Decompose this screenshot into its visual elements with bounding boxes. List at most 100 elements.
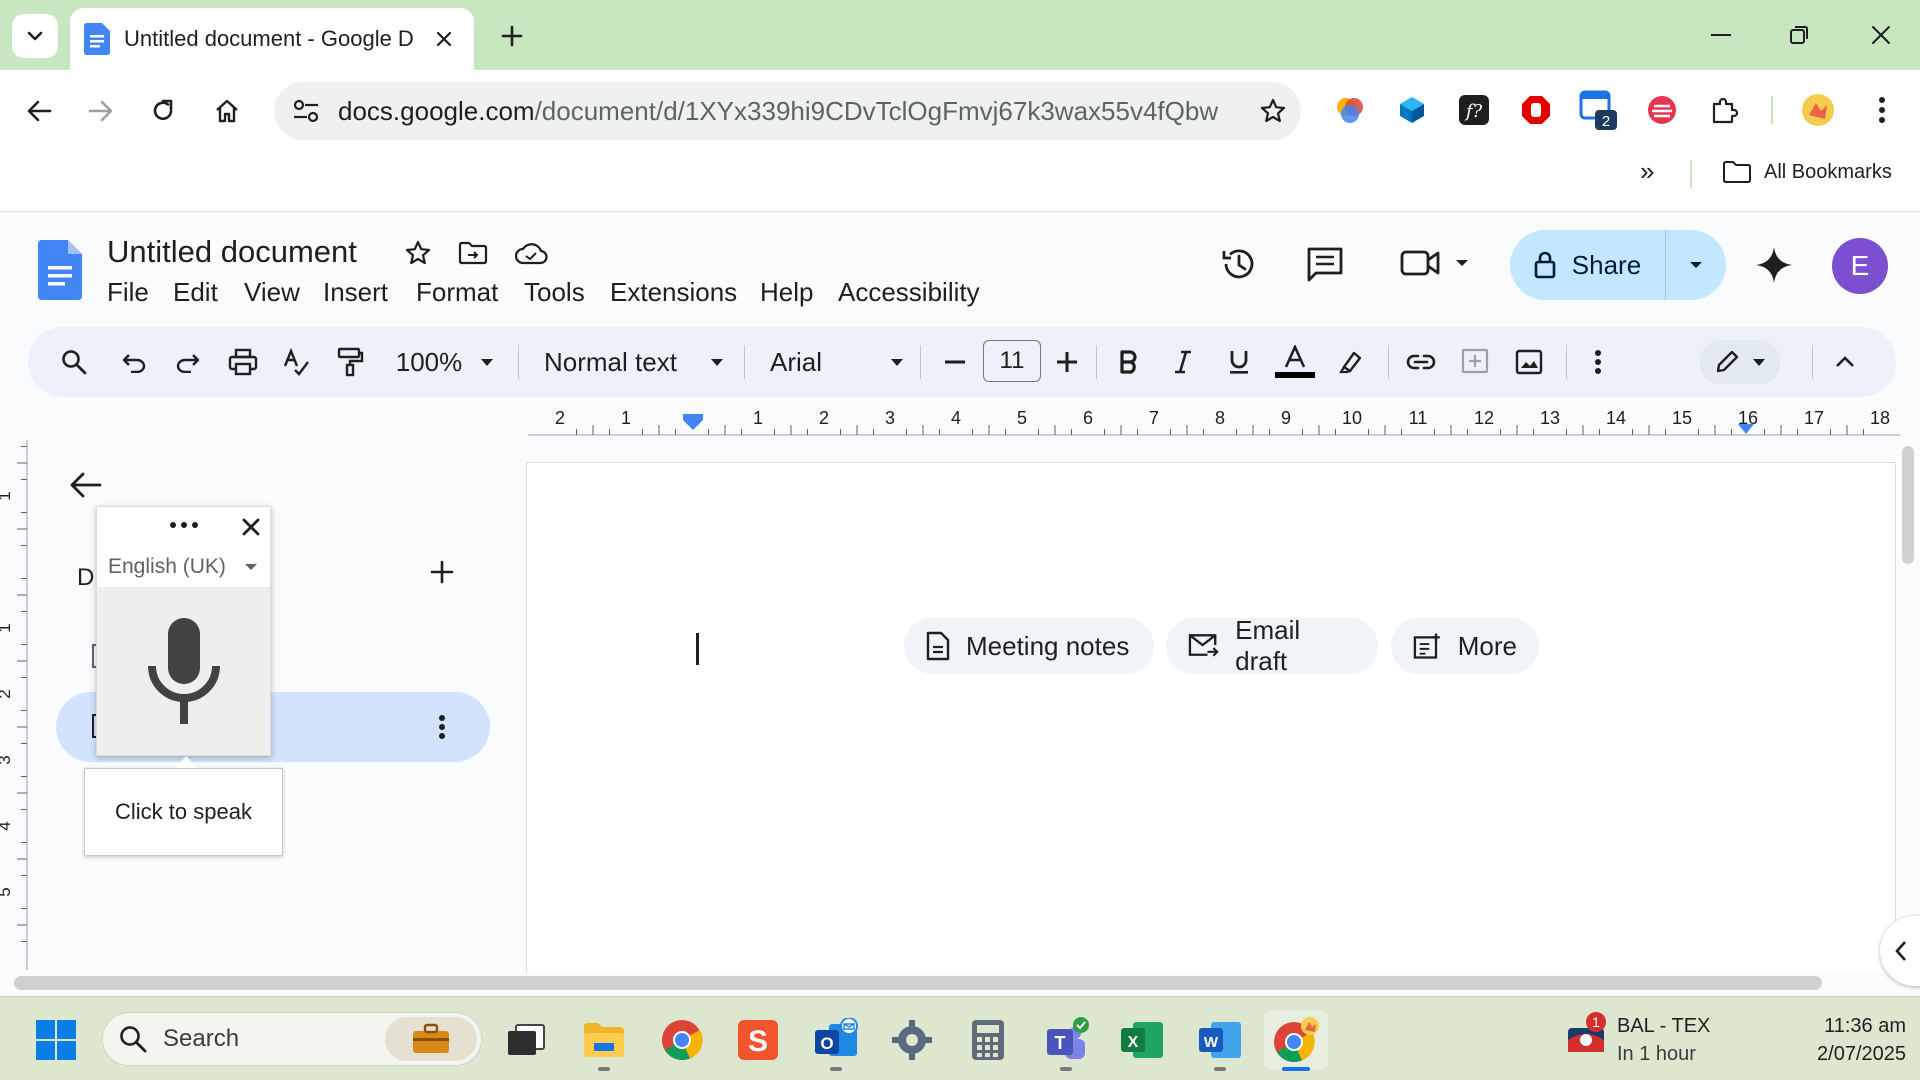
- document-title[interactable]: Untitled document: [107, 234, 357, 270]
- editing-mode-select[interactable]: [1700, 340, 1780, 384]
- left-indent-marker[interactable]: [683, 414, 703, 430]
- redo-button[interactable]: [170, 340, 206, 384]
- bookmarks-overflow-button[interactable]: »: [1640, 156, 1654, 187]
- version-history-button[interactable]: [1220, 245, 1258, 283]
- voice-language-select[interactable]: English (UK): [97, 547, 270, 587]
- forward-button[interactable]: [78, 88, 124, 134]
- menu-tools[interactable]: Tools: [524, 277, 585, 308]
- tab-options-button[interactable]: [438, 714, 446, 740]
- horizontal-ruler[interactable]: 2 1 1 2 3 4 5 6 7 8 9 10 11 12 13 14 15 16 17 18: [528, 406, 1900, 436]
- undo-button[interactable]: [116, 340, 152, 384]
- search-menus-button[interactable]: [56, 340, 92, 384]
- document-page[interactable]: [526, 462, 1896, 974]
- extension-tab-manager[interactable]: 2: [1578, 90, 1618, 130]
- address-bar[interactable]: docs.google.com/document/d/1XYx339hi9CDv…: [274, 82, 1301, 140]
- extension-blue-cube[interactable]: [1392, 90, 1432, 130]
- underline-button[interactable]: [1224, 340, 1254, 384]
- restore-button[interactable]: [1764, 12, 1834, 58]
- extension-red-circle[interactable]: [1642, 90, 1682, 130]
- new-tab-button[interactable]: [492, 16, 532, 56]
- extension-font-finder[interactable]: f?: [1454, 90, 1494, 130]
- voice-microphone-button[interactable]: [97, 587, 270, 755]
- calculator-button[interactable]: [962, 1014, 1014, 1066]
- excel-button[interactable]: X: [1116, 1014, 1168, 1066]
- menu-insert[interactable]: Insert: [323, 277, 388, 308]
- document-status-button[interactable]: [514, 241, 548, 265]
- close-voice-typing-button[interactable]: [241, 517, 261, 537]
- menu-help[interactable]: Help: [760, 277, 813, 308]
- bold-button[interactable]: [1114, 340, 1144, 384]
- task-view-button[interactable]: [500, 1014, 552, 1066]
- comments-button[interactable]: [1306, 246, 1344, 282]
- all-bookmarks-button[interactable]: All Bookmarks: [1722, 160, 1892, 184]
- share-button[interactable]: Share: [1510, 230, 1666, 300]
- font-size-input[interactable]: 11: [983, 340, 1041, 382]
- horizontal-scrollbar[interactable]: [14, 976, 1822, 990]
- extension-colorful[interactable]: [1330, 90, 1370, 130]
- meeting-notes-chip[interactable]: Meeting notes: [904, 618, 1154, 674]
- reload-button[interactable]: [140, 88, 186, 134]
- start-button[interactable]: [30, 1014, 82, 1066]
- email-draft-chip[interactable]: Email draft: [1166, 615, 1378, 676]
- sports-widget[interactable]: 1: [1566, 1010, 1606, 1062]
- word-button[interactable]: W: [1194, 1014, 1246, 1066]
- text-color-button[interactable]: [1274, 340, 1316, 384]
- paint-format-button[interactable]: [332, 340, 368, 384]
- menu-extensions[interactable]: Extensions: [610, 277, 737, 308]
- spelling-check-button[interactable]: [278, 340, 314, 384]
- print-button[interactable]: [224, 340, 262, 384]
- home-button[interactable]: [204, 88, 250, 134]
- back-button[interactable]: [16, 88, 62, 134]
- active-browser-tab[interactable]: Untitled document - Google Docs: [70, 8, 474, 70]
- menu-file[interactable]: File: [107, 277, 149, 308]
- zoom-select[interactable]: 100%: [390, 340, 500, 384]
- account-avatar[interactable]: E: [1832, 238, 1888, 294]
- star-document-button[interactable]: [404, 239, 432, 267]
- menu-format[interactable]: Format: [416, 277, 498, 308]
- vertical-scrollbar[interactable]: [1902, 446, 1914, 564]
- extensions-menu-button[interactable]: [1704, 90, 1744, 130]
- close-window-button[interactable]: [1846, 12, 1916, 58]
- extension-adblock[interactable]: [1516, 90, 1556, 130]
- more-templates-chip[interactable]: More: [1391, 618, 1539, 674]
- font-select[interactable]: Arial: [770, 340, 904, 384]
- hide-menus-button[interactable]: [1830, 340, 1860, 384]
- add-tab-button[interactable]: [430, 560, 454, 584]
- browser-menu-button[interactable]: [1862, 90, 1902, 130]
- italic-button[interactable]: [1168, 340, 1198, 384]
- insert-image-button[interactable]: [1512, 340, 1546, 384]
- gemini-button[interactable]: [1755, 246, 1793, 284]
- meet-button[interactable]: [1400, 248, 1470, 278]
- menu-accessibility[interactable]: Accessibility: [838, 277, 980, 308]
- bookmark-star-button[interactable]: [1259, 97, 1287, 125]
- menu-edit[interactable]: Edit: [173, 277, 218, 308]
- decrease-font-size-button[interactable]: [940, 340, 970, 384]
- move-document-button[interactable]: [458, 241, 488, 265]
- taskbar-search-box[interactable]: Search: [102, 1012, 482, 1066]
- chrome-active-taskbar-button[interactable]: [1264, 1010, 1328, 1070]
- slides-app-button[interactable]: S: [732, 1014, 784, 1066]
- profile-button[interactable]: [1798, 90, 1838, 130]
- increase-font-size-button[interactable]: [1052, 340, 1082, 384]
- insert-link-button[interactable]: [1404, 340, 1438, 384]
- right-indent-marker[interactable]: [1738, 424, 1754, 434]
- tab-search-button[interactable]: [12, 14, 58, 58]
- teams-button[interactable]: T: [1040, 1014, 1092, 1066]
- tab-close-button[interactable]: [430, 25, 458, 53]
- close-outline-button[interactable]: [68, 470, 102, 500]
- voice-options-button[interactable]: [169, 521, 199, 529]
- docs-home-logo[interactable]: [38, 240, 82, 300]
- chrome-taskbar-button[interactable]: [656, 1014, 708, 1066]
- system-clock[interactable]: 11:36 am 2/07/2025: [1766, 1012, 1906, 1068]
- minimize-button[interactable]: [1686, 12, 1756, 58]
- settings-button[interactable]: [886, 1014, 938, 1066]
- outlook-button[interactable]: O: [810, 1014, 862, 1066]
- more-toolbar-options-button[interactable]: [1586, 340, 1610, 384]
- file-explorer-button[interactable]: [578, 1014, 630, 1066]
- paragraph-style-select[interactable]: Normal text: [544, 340, 724, 384]
- share-options-button[interactable]: [1666, 260, 1726, 270]
- highlight-color-button[interactable]: [1336, 340, 1366, 384]
- site-info-button[interactable]: [288, 93, 324, 129]
- insert-comment-button[interactable]: [1458, 340, 1492, 384]
- menu-view[interactable]: View: [244, 277, 300, 308]
